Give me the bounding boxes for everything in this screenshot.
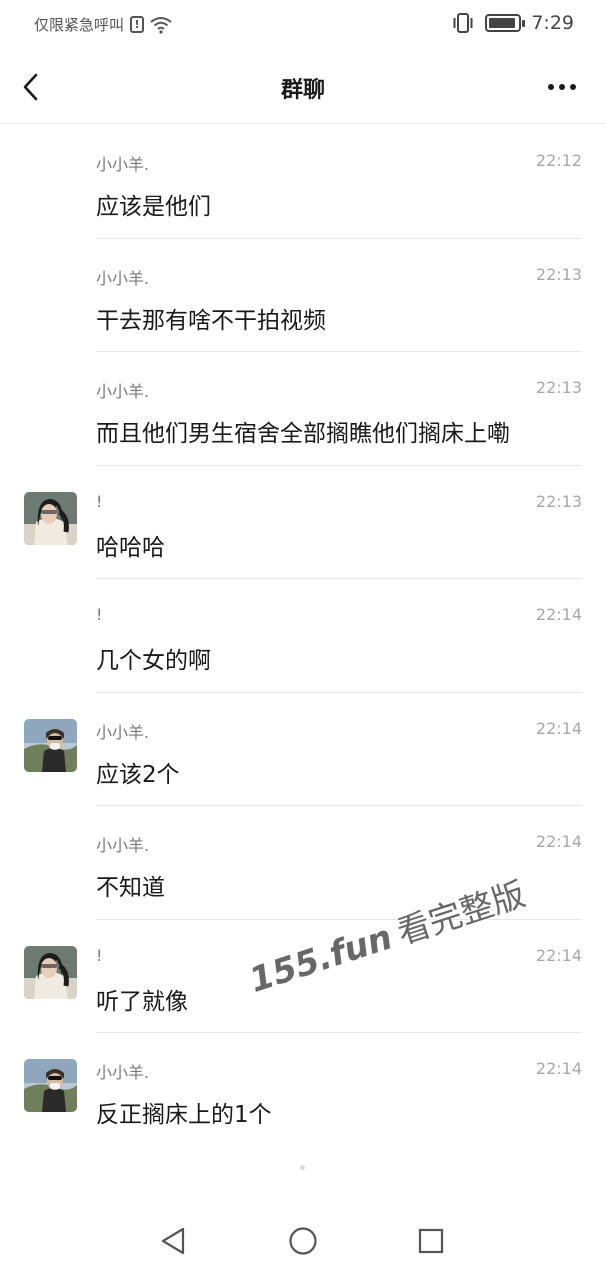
message-text: 反正搁床上的1个 (96, 1102, 272, 1128)
system-nav-bar (0, 1200, 606, 1280)
message-time: 22:13 (535, 491, 582, 511)
square-recents-icon (418, 1228, 444, 1254)
circle-home-icon (289, 1227, 317, 1255)
message-text: 听了就像 (96, 988, 188, 1015)
nav-recents-button[interactable] (416, 1226, 446, 1256)
more-button[interactable] (544, 74, 580, 100)
message-item[interactable]: 小小羊. 22:14 应该2个 (0, 693, 606, 806)
triangle-back-icon (161, 1227, 185, 1255)
message-list: 小小羊. 22:12 应该是他们 小小羊. 22:13 干去那有啥不干拍视频 小小羊. 22:… (0, 125, 606, 1147)
sender-name: 小小羊. (96, 268, 150, 288)
message-item[interactable]: 小小羊. 22:13 而且他们男生宿舍全部搁瞧他们搁床上嘞 (0, 352, 606, 466)
sender-name: 小小羊. (96, 1063, 150, 1082)
avatar-girl[interactable] (24, 945, 77, 999)
scroll-indicator (300, 1165, 305, 1170)
message-time: 22:14 (535, 605, 582, 624)
message-item[interactable]: ! 22:14 几个女的啊 (0, 579, 606, 693)
status-left: 仅限紧急呼叫 ! (34, 14, 172, 35)
message-text: 干去那有啥不干拍视频 (96, 307, 326, 334)
message-text: 而且他们男生宿舍全部搁瞧他们搁床上嘞 (96, 421, 510, 447)
message-item[interactable]: ! 22:13 哈哈哈 (0, 466, 606, 579)
message-time: 22:14 (535, 832, 582, 851)
clock: 7:29 (531, 12, 574, 34)
sender-name: 小小羊. (96, 155, 150, 174)
avatar-sheep[interactable] (24, 1059, 77, 1112)
message-text: 不知道 (96, 875, 165, 901)
status-bar: 仅限紧急呼叫 ! 7:29 (0, 0, 606, 52)
nav-home-button[interactable] (288, 1226, 318, 1256)
message-time: 22:14 (535, 718, 582, 738)
sender-name: ! (96, 945, 103, 965)
message-item[interactable]: 小小羊. 22:14 反正搁床上的1个 (0, 1033, 606, 1147)
battery-fill (489, 18, 515, 28)
nav-back-button[interactable] (158, 1226, 188, 1256)
avatar-sheep[interactable] (24, 718, 77, 772)
wifi-icon (150, 16, 172, 34)
message-time: 22:13 (535, 378, 582, 397)
page-title: 群聊 (280, 78, 325, 103)
status-right: 7:29 (451, 12, 574, 34)
message-time: 22:14 (535, 945, 582, 965)
sender-name: 小小羊. (96, 722, 150, 742)
more-dot (570, 84, 576, 90)
message-text: 应该是他们 (96, 194, 211, 220)
vibrate-icon (453, 13, 473, 33)
chat-header: 群聊 (0, 52, 606, 124)
message-time: 22:14 (535, 1059, 582, 1078)
sim-alert-icon: ! (130, 16, 145, 33)
message-text: 应该2个 (96, 761, 180, 788)
sender-name: 小小羊. (96, 836, 150, 855)
carrier-text: 仅限紧急呼叫 (34, 16, 125, 34)
sender-name: ! (96, 605, 103, 624)
message-item[interactable]: 小小羊. 22:12 应该是他们 (0, 125, 606, 239)
sender-name: 小小羊. (96, 382, 150, 401)
message-text: 几个女的啊 (96, 648, 211, 674)
message-time: 22:12 (535, 151, 582, 170)
message-time: 22:13 (535, 264, 582, 284)
message-item[interactable]: 小小羊. 22:13 干去那有啥不干拍视频 (0, 239, 606, 352)
sender-name: ! (96, 491, 103, 511)
avatar-girl[interactable] (24, 491, 77, 545)
more-dot (559, 84, 565, 90)
more-dot (548, 84, 554, 90)
message-text: 哈哈哈 (96, 534, 165, 561)
battery-icon (485, 14, 526, 32)
